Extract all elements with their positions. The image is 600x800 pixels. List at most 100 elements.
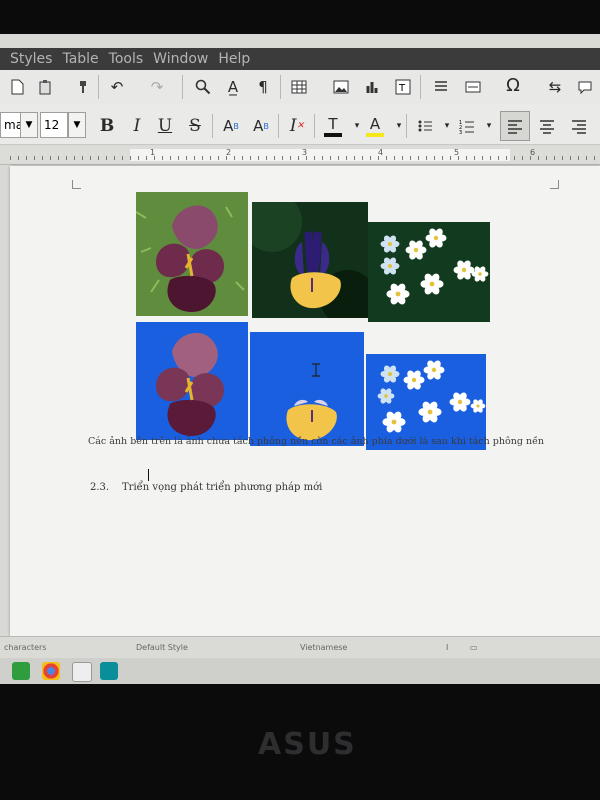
font-name-box[interactable]: ma: [0, 112, 23, 138]
screen: Styles Table Tools Window Help ↶ ↷ A̲ ¶: [0, 34, 600, 684]
page-break-icon[interactable]: [430, 75, 452, 99]
selection-mode-icon[interactable]: I: [446, 643, 448, 652]
font-size-dropdown[interactable]: ▼: [68, 112, 86, 138]
insert-table-icon[interactable]: [288, 75, 310, 99]
chrome-icon[interactable]: [42, 662, 60, 680]
insert-image-icon[interactable]: [330, 75, 352, 99]
ruler-tick: [74, 156, 75, 160]
font-color-label: T: [328, 115, 338, 133]
figure-caption: Các ảnh bên trên là ảnh chưa tách phông …: [88, 436, 545, 447]
insert-chart-icon[interactable]: [362, 75, 384, 99]
ruler-tick: [250, 156, 251, 160]
bullet-list-icon[interactable]: [414, 114, 436, 138]
ruler-tick: [386, 156, 387, 160]
underline-button[interactable]: U: [154, 114, 176, 138]
ruler-tick: [82, 156, 83, 160]
redo-icon[interactable]: ↷: [146, 75, 168, 99]
ruler-tick: [186, 156, 187, 160]
ruler-tick: [594, 156, 595, 160]
font-size-box[interactable]: 12: [40, 112, 68, 138]
comment-icon[interactable]: [574, 75, 596, 99]
numbered-list-icon[interactable]: 123: [456, 114, 478, 138]
field-icon[interactable]: [462, 75, 484, 99]
document-page[interactable]: Các ảnh bên trên là ảnh chưa tách phông …: [10, 166, 600, 636]
ruler-tick: [34, 156, 35, 160]
ruler-tick: [578, 156, 579, 160]
find-icon[interactable]: [192, 75, 214, 99]
ruler-number: 5: [454, 148, 460, 157]
menu-styles[interactable]: Styles: [10, 51, 52, 67]
horizontal-ruler[interactable]: 1234567: [0, 146, 600, 165]
clear-formatting-label: I: [289, 116, 297, 136]
menu-window[interactable]: Window: [153, 51, 208, 67]
font-name-dropdown[interactable]: ▼: [20, 112, 38, 138]
spelling-icon[interactable]: A̲: [222, 75, 244, 99]
bullet-list-dropdown[interactable]: ▾: [436, 114, 458, 138]
strikethrough-button[interactable]: S: [184, 114, 206, 138]
italic-button[interactable]: I: [126, 114, 148, 138]
ruler-tick: [298, 156, 299, 160]
highlight-button[interactable]: A: [364, 114, 386, 138]
ruler-tick: [354, 156, 355, 160]
ruler-tick: [442, 156, 443, 160]
font-color-button[interactable]: T: [322, 114, 344, 138]
numbered-list-dropdown[interactable]: ▾: [478, 114, 500, 138]
ruler-tick: [282, 156, 283, 160]
ruler-number: 4: [378, 148, 384, 157]
document-app-icon[interactable]: [72, 662, 92, 682]
align-left-button[interactable]: [500, 111, 530, 141]
iris-original-image[interactable]: [136, 192, 248, 316]
text-box-icon[interactable]: T: [392, 75, 414, 99]
pansy-removed-background-image[interactable]: [250, 332, 364, 446]
align-right-icon[interactable]: [568, 114, 590, 138]
standard-toolbar: ↶ ↷ A̲ ¶ T Ω ⇆: [0, 70, 600, 105]
ruler-tick: [178, 156, 179, 160]
menu-table[interactable]: Table: [62, 51, 98, 67]
ruler-tick: [90, 156, 91, 160]
ruler-tick: [138, 156, 139, 160]
margin-corner-left: [72, 180, 81, 189]
align-center-icon[interactable]: [536, 114, 558, 138]
menu-tools[interactable]: Tools: [109, 51, 144, 67]
ruler-tick: [66, 156, 67, 160]
hyperlink-icon[interactable]: ⇆: [544, 75, 566, 99]
special-character-icon[interactable]: Ω: [502, 73, 524, 97]
ruler-tick: [42, 156, 43, 160]
superscript-label: A: [223, 117, 234, 135]
folder-app-icon[interactable]: [100, 662, 118, 680]
iris-removed-background-image[interactable]: [136, 322, 248, 440]
page-style[interactable]: Default Style: [136, 643, 188, 652]
pansy-original-image[interactable]: [252, 202, 368, 318]
clear-formatting-button[interactable]: I ✕: [286, 114, 308, 138]
ruler-tick: [370, 156, 371, 160]
ruler-number: 6: [530, 148, 536, 157]
language-indicator[interactable]: Vietnamese: [300, 643, 347, 652]
ruler-tick: [274, 156, 275, 160]
ruler-tick: [10, 156, 11, 160]
ruler-tick: [466, 156, 467, 160]
ruler-number: 2: [226, 148, 232, 157]
section-number: 2.3.: [90, 482, 110, 493]
undo-icon[interactable]: ↶: [106, 75, 128, 99]
menu-help[interactable]: Help: [218, 51, 250, 67]
pinned-app-icon[interactable]: [12, 662, 30, 680]
ruler-tick: [554, 156, 555, 160]
ruler-tick: [18, 156, 19, 160]
bold-button[interactable]: B: [96, 114, 118, 138]
clone-format-icon[interactable]: [72, 75, 94, 99]
subscript-button[interactable]: AB: [250, 114, 272, 138]
new-document-icon[interactable]: [6, 75, 28, 99]
ruler-tick: [314, 156, 315, 160]
ruler-tick: [434, 156, 435, 160]
ruler-tick: [234, 156, 235, 160]
superscript-button[interactable]: AB: [220, 114, 242, 138]
ruler-tick: [346, 156, 347, 160]
svg-text:T: T: [398, 83, 406, 94]
clipboard-icon[interactable]: [34, 75, 56, 99]
anemone-original-image[interactable]: [368, 222, 490, 322]
ruler-tick: [210, 156, 211, 160]
ruler-tick: [194, 156, 195, 160]
formatting-marks-icon[interactable]: ¶: [252, 75, 274, 99]
ruler-tick: [562, 156, 563, 160]
ruler-tick: [114, 156, 115, 160]
